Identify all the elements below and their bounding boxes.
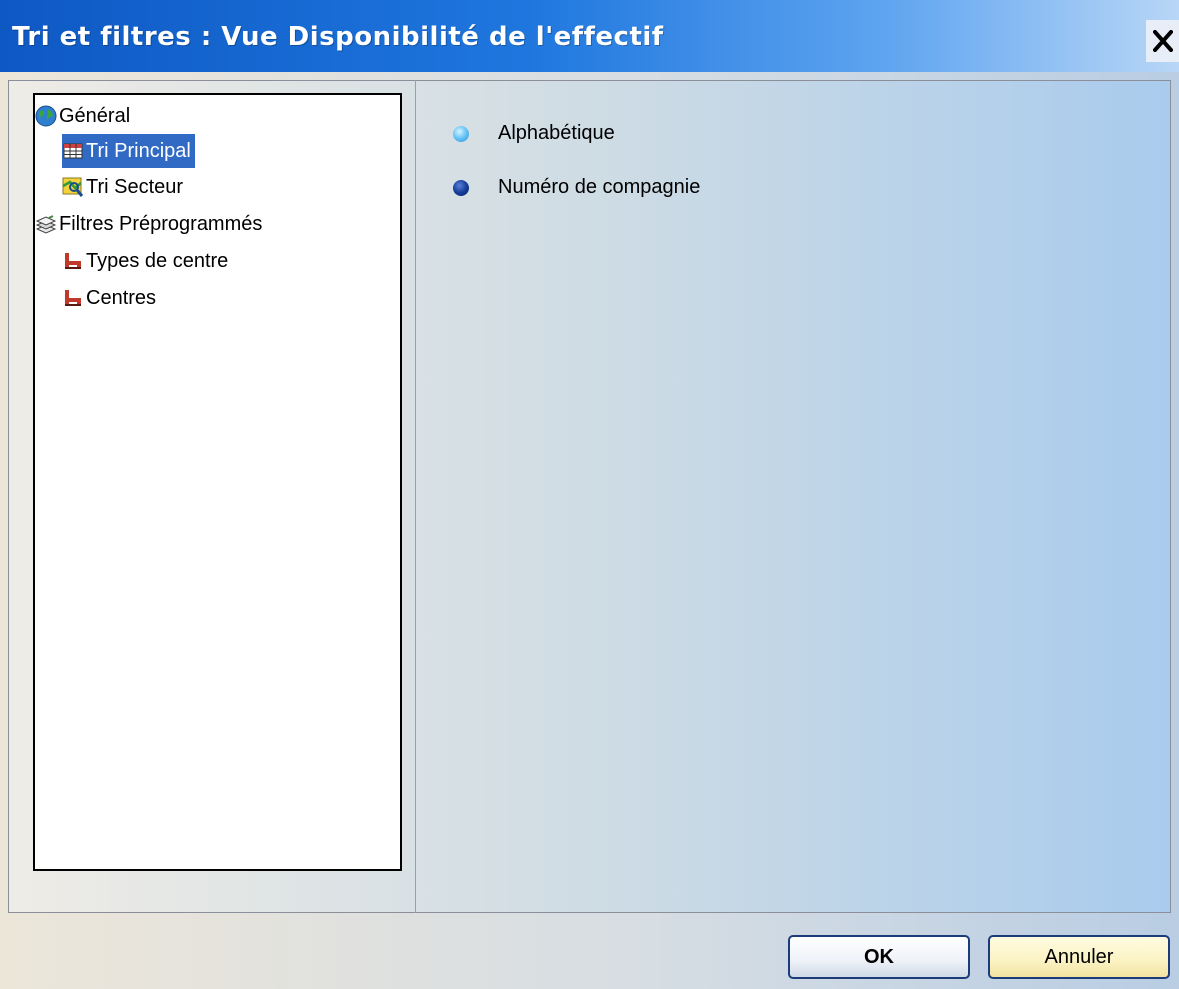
filter-chair-icon xyxy=(62,250,84,272)
radio-label: Alphabétique xyxy=(498,122,615,144)
tree-item-types-de-centre[interactable]: Types de centre xyxy=(62,244,228,278)
radio-alphabetique[interactable]: Alphabétique xyxy=(453,122,615,145)
tree-item-tri-secteur[interactable]: Tri Secteur xyxy=(62,170,183,204)
tree-item-label: Filtres Préprogrammés xyxy=(59,212,263,235)
tree-item-general[interactable]: Général xyxy=(35,99,130,133)
map-search-icon xyxy=(62,176,84,198)
filter-chair-icon xyxy=(62,287,84,309)
grid-table-icon xyxy=(62,140,84,162)
radio-label: Numéro de compagnie xyxy=(498,176,701,198)
tree-view[interactable]: Général Tri Principal Tri Secteur Filtre… xyxy=(33,93,402,871)
tree-item-centres[interactable]: Centres xyxy=(62,281,156,315)
globe-icon xyxy=(35,105,57,127)
tree-item-filtres-preprogrammes[interactable]: Filtres Préprogrammés xyxy=(35,207,262,241)
radio-numero-de-compagnie[interactable]: Numéro de compagnie xyxy=(453,176,700,199)
close-icon xyxy=(1152,30,1173,52)
tree-item-label: Général xyxy=(59,104,131,127)
cancel-button[interactable]: Annuler xyxy=(988,935,1170,979)
tree-item-label: Centres xyxy=(86,286,157,309)
close-button[interactable] xyxy=(1146,20,1179,62)
ok-button[interactable]: OK xyxy=(788,935,970,979)
tree-item-tri-principal[interactable]: Tri Principal xyxy=(62,134,195,168)
tree-item-label: Tri Secteur xyxy=(86,175,184,198)
window-title: Tri et filtres : Vue Disponibilité de l'… xyxy=(12,22,664,52)
radio-unselected-icon xyxy=(453,179,469,196)
books-icon xyxy=(35,213,57,235)
dialog-window: Tri et filtres : Vue Disponibilité de l'… xyxy=(0,0,1179,989)
tree-item-label: Tri Principal xyxy=(86,139,191,162)
tree-item-label: Types de centre xyxy=(86,249,229,272)
radio-selected-icon xyxy=(453,125,469,142)
title-bar[interactable]: Tri et filtres : Vue Disponibilité de l'… xyxy=(0,0,1179,72)
